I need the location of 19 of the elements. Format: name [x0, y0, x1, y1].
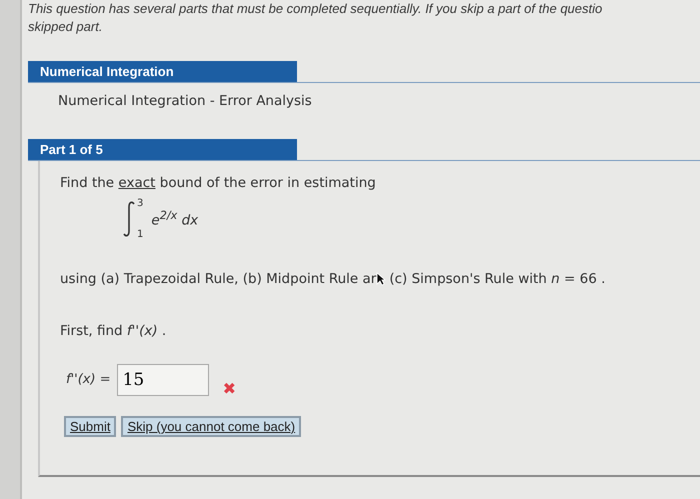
upper-limit: 3: [137, 198, 144, 209]
section-header: Numerical Integration: [28, 61, 297, 82]
skip-button[interactable]: Skip (you cannot come back): [121, 416, 302, 437]
question-text: Find the exact bound of the error in estimating: [60, 175, 377, 191]
integral-sign-icon: [122, 201, 136, 237]
integrand: e$^{2/x}$ dx: [151, 209, 198, 229]
method-text: using (a) Trapezoidal Rule, (b) Midpoint Rule ar: [60, 271, 376, 287]
section-subtitle: Numerical Integration - Error Analysis: [58, 93, 313, 109]
lower-limit: 1: [137, 229, 144, 240]
incorrect-mark-icon: ✖: [222, 379, 236, 398]
instructions-text: This question has several parts that must be completed sequentially. If you skip a part of the questio: [28, 0, 604, 18]
answer-label: f''(x) =: [66, 372, 111, 387]
part-header: Part 1 of 5: [28, 139, 297, 160]
method-text: (c) Simpson's Rule with n = 66 .: [389, 271, 606, 287]
mouse-pointer-icon: [376, 272, 386, 286]
step-text: First, find f''(x) .: [60, 323, 168, 339]
instructions-text: skipped part.: [28, 18, 104, 36]
submit-button[interactable]: Submit: [64, 416, 116, 437]
answer-field[interactable]: 15: [116, 364, 209, 396]
